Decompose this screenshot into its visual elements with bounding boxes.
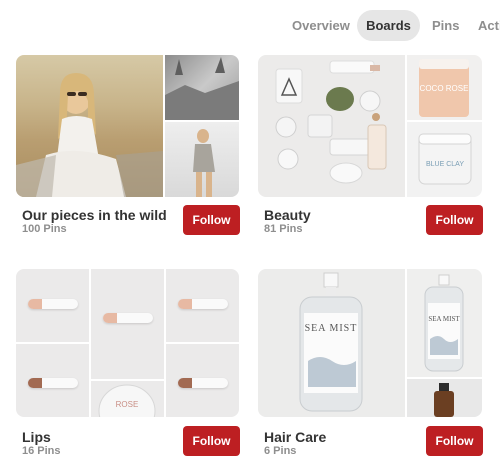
amber-bottle-image: [434, 383, 454, 417]
woman-standing-image: [193, 129, 215, 197]
board-cover-image: [166, 344, 239, 417]
board-cover-image: [407, 379, 482, 417]
lip-balm-tube-icon: [28, 299, 78, 309]
tab-pins[interactable]: Pins: [432, 10, 459, 41]
landscape-image: [165, 57, 239, 120]
board-pin-count: 16 Pins: [22, 445, 61, 457]
tab-activity[interactable]: Acti: [478, 10, 500, 41]
bottle-label-text: SEA MIST: [428, 315, 460, 323]
board-cover-mosaic[interactable]: [16, 55, 239, 197]
bottle-label-text: SEA MIST: [305, 323, 358, 334]
board-cover-image: [165, 122, 239, 197]
board-cover-image: SEA MIST: [258, 269, 405, 417]
board-cover-mosaic[interactable]: ROSE: [16, 269, 239, 417]
board-pin-count: 6 Pins: [264, 445, 297, 457]
lip-balm-tube-icon: [178, 299, 228, 309]
jar-label-text: BLUE CLAY: [426, 161, 464, 168]
rose-tin-image: ROSE: [98, 384, 156, 417]
board-cover-image: SEA MIST: [407, 269, 482, 377]
board-pin-count: 100 Pins: [22, 223, 67, 235]
board-cover-mosaic[interactable]: SEA MIST SEA MIST: [258, 269, 482, 417]
sea-mist-bottle-image: SEA MIST: [424, 274, 464, 372]
follow-button[interactable]: Follow: [183, 426, 240, 456]
lip-balm-tube-icon: [28, 378, 78, 388]
board-title[interactable]: Hair Care: [264, 429, 326, 445]
blue-clay-jar-image: BLUE CLAY: [418, 133, 472, 185]
board-title[interactable]: Our pieces in the wild: [22, 207, 167, 223]
board-cover-mosaic[interactable]: COCO ROSE BLUE CLAY: [258, 55, 482, 197]
board-cover-image: [258, 55, 405, 197]
board-cover-image: [16, 55, 163, 197]
tin-label-text: ROSE: [116, 400, 139, 409]
follow-button[interactable]: Follow: [426, 205, 483, 235]
board-title[interactable]: Beauty: [264, 207, 311, 223]
tab-boards[interactable]: Boards: [357, 10, 420, 41]
board-pin-count: 81 Pins: [264, 223, 303, 235]
board-cover-image: [91, 269, 164, 379]
board-cover-image: BLUE CLAY: [407, 122, 482, 197]
follow-button[interactable]: Follow: [426, 426, 483, 456]
tab-overview[interactable]: Overview: [292, 10, 350, 41]
sea-mist-bottle-image: SEA MIST: [299, 272, 363, 412]
lip-balm-tube-icon: [103, 313, 153, 323]
board-cover-image: [166, 269, 239, 342]
board-cover-image: [165, 55, 239, 120]
board-title[interactable]: Lips: [22, 429, 51, 445]
coco-rose-jar-image: COCO ROSE: [419, 59, 469, 117]
beauty-flatlay-image: [275, 60, 387, 184]
board-cover-image: [16, 269, 89, 342]
board-cover-image: ROSE: [91, 381, 164, 417]
board-cover-image: COCO ROSE: [407, 55, 482, 120]
board-cover-image: [16, 344, 89, 417]
jar-label-text: COCO ROSE: [420, 84, 469, 93]
lip-balm-tube-icon: [178, 378, 228, 388]
woman-portrait-image: [16, 73, 163, 197]
follow-button[interactable]: Follow: [183, 205, 240, 235]
